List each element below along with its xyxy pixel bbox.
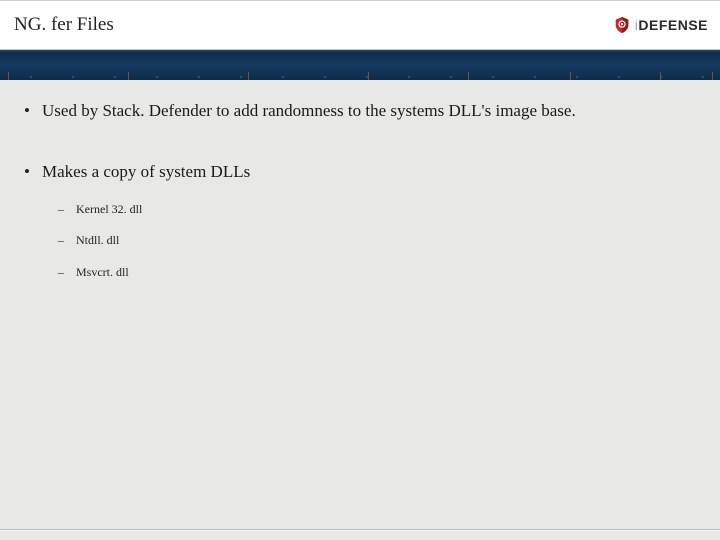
list-item: Msvcrt. dll: [42, 265, 698, 281]
slide-title: NG. fer Files: [14, 14, 114, 36]
tick-marks: [0, 71, 720, 80]
bullet-text: Used by Stack. Defender to add randomnes…: [42, 101, 576, 120]
sub-list: Kernel 32. dll Ntdll. dll Msvcrt. dll: [42, 202, 698, 281]
decorative-band: [0, 50, 720, 80]
brand-text: iDEFENSE: [635, 17, 708, 33]
shield-icon: [613, 16, 631, 34]
sub-bullet-text: Kernel 32. dll: [76, 202, 142, 216]
sub-bullet-text: Ntdll. dll: [76, 233, 119, 247]
sub-bullet-text: Msvcrt. dll: [76, 265, 129, 279]
list-item: Makes a copy of system DLLs Kernel 32. d…: [22, 161, 698, 281]
slide-content: Used by Stack. Defender to add randomnes…: [0, 80, 720, 281]
bullet-text: Makes a copy of system DLLs: [42, 162, 250, 181]
list-item: Used by Stack. Defender to add randomnes…: [22, 100, 698, 123]
list-item: Ntdll. dll: [42, 233, 698, 249]
title-bar: NG. fer Files iDEFENSE: [0, 0, 720, 50]
footer-divider: [0, 529, 720, 530]
list-item: Kernel 32. dll: [42, 202, 698, 218]
brand-logo: iDEFENSE: [613, 16, 708, 34]
bullet-list: Used by Stack. Defender to add randomnes…: [22, 100, 698, 281]
slide: NG. fer Files iDEFENSE: [0, 0, 720, 540]
